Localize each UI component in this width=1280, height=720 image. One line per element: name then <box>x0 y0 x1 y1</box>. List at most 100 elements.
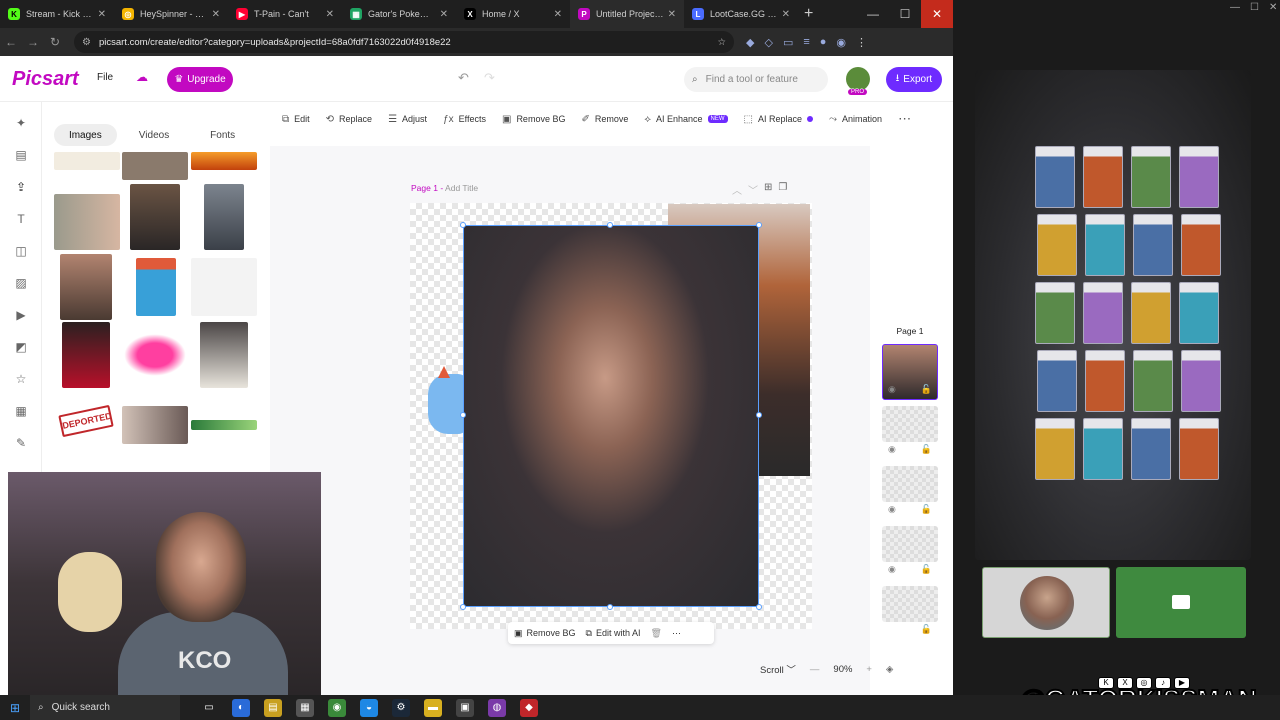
selected-photo-layer[interactable] <box>463 225 759 607</box>
lock-icon[interactable]: 🔓 <box>921 504 932 515</box>
task-view-icon[interactable]: ▭ <box>200 699 218 717</box>
close-icon[interactable]: ✕ <box>554 9 562 20</box>
tool-search-input[interactable]: ⌕ Find a tool or feature <box>684 67 828 92</box>
add-title[interactable]: Add Title <box>445 183 478 193</box>
eye-icon[interactable]: ◉ <box>888 504 896 515</box>
picsart-logo[interactable]: Picsart <box>12 68 79 91</box>
eye-icon[interactable]: ◉ <box>888 564 896 575</box>
animation-tool[interactable]: ⤳ Animation <box>829 114 882 125</box>
bookmark-star-icon[interactable]: ☆ <box>717 37 726 48</box>
close-icon[interactable]: ✕ <box>440 9 448 20</box>
back-icon[interactable]: ← <box>0 35 22 49</box>
browser-tab[interactable]: L LootCase.GG - Ca ✕ <box>684 0 798 28</box>
layer-thumbnail[interactable] <box>882 466 938 502</box>
resize-handle[interactable] <box>607 604 613 610</box>
redo-icon[interactable]: ↷ <box>484 70 495 86</box>
add-page-icon[interactable]: ⊞ <box>764 182 772 197</box>
copilot-icon[interactable]: ◐ <box>232 698 250 717</box>
export-button[interactable]: ⭳ Export <box>886 67 942 92</box>
sticker-layer[interactable] <box>428 366 468 434</box>
upload-thumbnail[interactable] <box>136 258 176 316</box>
close-icon[interactable]: ✕ <box>1269 2 1277 13</box>
url-field[interactable]: ⚙ picsart.com/create/editor?category=upl… <box>74 31 734 53</box>
maximize-icon[interactable]: ☐ <box>889 0 921 28</box>
menu-dots-icon[interactable]: ⋮ <box>856 36 867 49</box>
extension-icon[interactable]: ▭ <box>783 36 793 49</box>
tab-images[interactable]: Images <box>54 124 117 146</box>
close-window-icon[interactable]: ✕ <box>921 0 953 28</box>
remove-tool[interactable]: ✐ Remove <box>581 114 628 125</box>
upload-thumbnail[interactable] <box>122 406 188 444</box>
magic-icon[interactable]: ✦ <box>14 116 28 130</box>
folder-icon[interactable]: ▤ <box>264 698 282 717</box>
edit-with-ai-button[interactable]: ⧉ Edit with AI <box>586 628 641 639</box>
upload-thumbnail[interactable] <box>191 258 257 316</box>
chevron-down-icon[interactable]: ﹀ <box>748 182 758 197</box>
upload-thumbnail[interactable] <box>200 322 248 388</box>
replace-tool[interactable]: ⟲ Replace <box>326 114 372 125</box>
duplicate-page-icon[interactable]: ❐ <box>778 182 787 197</box>
cloud-save-icon[interactable]: ☁ <box>136 70 148 84</box>
close-icon[interactable]: ✕ <box>782 9 790 20</box>
delete-button[interactable]: 🗑 <box>651 628 662 639</box>
browser-tab[interactable]: ◎ HeySpinner - Spin ✕ <box>114 0 228 28</box>
edit-tool[interactable]: ⧉ Edit <box>282 114 310 125</box>
extension-icon[interactable]: ◇ <box>764 36 772 49</box>
new-tab-icon[interactable]: + <box>804 5 813 23</box>
close-icon[interactable]: ✕ <box>326 9 334 20</box>
resize-handle[interactable] <box>607 222 613 228</box>
extension-icon[interactable]: ◆ <box>746 36 754 49</box>
windows-start-icon[interactable]: ⊞ <box>0 701 30 715</box>
forward-icon[interactable]: → <box>22 35 44 49</box>
browser-tab[interactable]: X Home / X ✕ <box>456 0 570 28</box>
lock-icon[interactable]: 🔓 <box>921 564 932 575</box>
extension-icon[interactable]: ≡ <box>803 36 809 49</box>
chevron-up-icon[interactable]: ︿ <box>732 182 742 197</box>
lock-icon[interactable]: 🔓 <box>921 384 932 395</box>
eye-icon[interactable]: ◉ <box>888 384 896 395</box>
user-avatar[interactable]: PRO <box>846 67 870 95</box>
resize-handle[interactable] <box>756 222 762 228</box>
profile-avatar-icon[interactable]: ◉ <box>836 36 846 49</box>
undo-icon[interactable]: ↶ <box>458 70 469 86</box>
minimize-icon[interactable]: — <box>1230 2 1240 13</box>
browser-tab[interactable]: ▦ Gator's Pokemon ✕ <box>342 0 456 28</box>
upload-icon[interactable]: ⇪ <box>14 180 28 194</box>
eye-icon[interactable]: ◉ <box>888 444 896 455</box>
upload-thumbnail[interactable] <box>191 420 257 430</box>
deported-sticker[interactable]: DEPORTED <box>58 404 114 438</box>
app-icon[interactable]: ▦ <box>296 698 314 717</box>
browser-tab[interactable]: ▶ T-Pain - Can't ✕ <box>228 0 342 28</box>
scroll-mode-dropdown[interactable]: Scroll ﹀ <box>760 662 796 676</box>
star-icon[interactable]: ☆ <box>14 372 28 386</box>
upload-thumbnail[interactable] <box>204 184 244 250</box>
upload-thumbnail[interactable] <box>122 152 188 180</box>
upload-thumbnail[interactable] <box>124 334 186 376</box>
lock-icon[interactable]: 🔓 <box>921 444 932 455</box>
layer-thumbnail[interactable] <box>882 526 938 562</box>
zoom-level[interactable]: 90% <box>833 664 852 675</box>
zoom-in-icon[interactable]: + <box>866 664 872 675</box>
upgrade-button[interactable]: ♛ Upgrade <box>167 67 233 92</box>
app-icon[interactable]: ▣ <box>456 698 474 717</box>
layers-icon[interactable]: ◈ <box>886 664 893 675</box>
close-icon[interactable]: ✕ <box>668 9 676 20</box>
resize-handle[interactable] <box>756 412 762 418</box>
file-menu[interactable]: File <box>97 72 113 83</box>
video-icon[interactable]: ▶ <box>14 308 28 322</box>
close-icon[interactable]: ✕ <box>98 9 106 20</box>
photos-icon[interactable]: ▨ <box>14 276 28 290</box>
layer-thumbnail[interactable] <box>882 586 938 622</box>
more-tools[interactable]: ⋯ <box>898 111 911 127</box>
page-title[interactable]: Page 1 - Add Title <box>411 183 478 193</box>
templates-icon[interactable]: ▤ <box>14 148 28 162</box>
upload-thumbnail[interactable] <box>191 152 257 170</box>
browser-tab[interactable]: K Stream - Kick Dash ✕ <box>0 0 114 28</box>
maximize-icon[interactable]: ☐ <box>1250 2 1259 13</box>
resize-handle[interactable] <box>756 604 762 610</box>
zoom-out-icon[interactable]: — <box>810 664 820 675</box>
tab-fonts[interactable]: Fonts <box>191 124 254 146</box>
brush-icon[interactable]: ✎ <box>14 436 28 450</box>
remove-bg-button[interactable]: ▣ Remove BG <box>514 628 576 639</box>
chrome-icon[interactable]: ◉ <box>328 698 346 717</box>
